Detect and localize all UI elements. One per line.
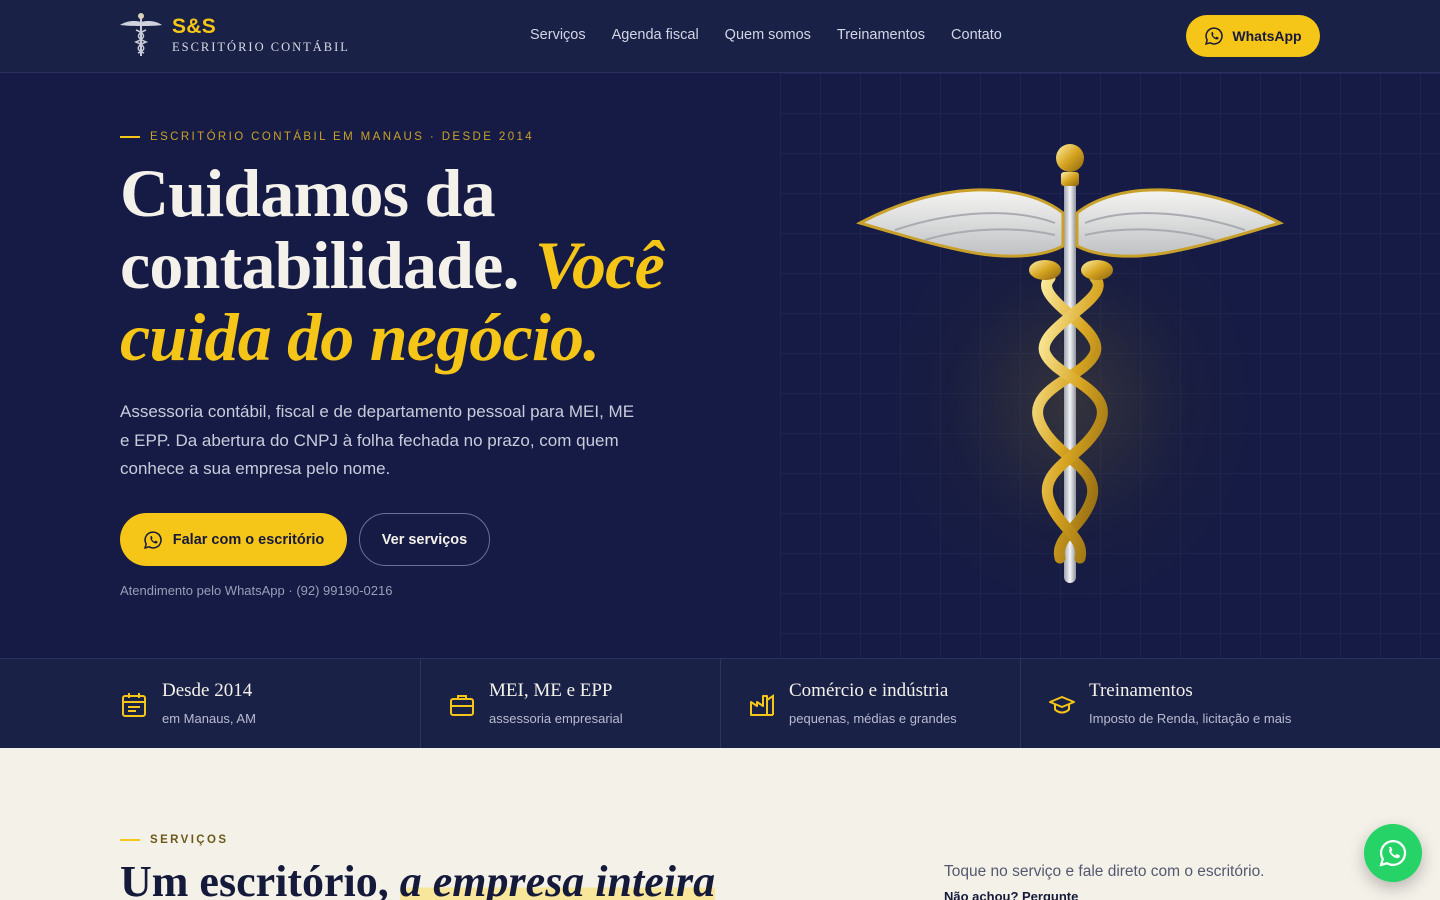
see-services-button[interactable]: Ver serviços xyxy=(359,513,490,566)
nav-link-quem-somos[interactable]: Quem somos xyxy=(725,27,811,43)
brand-subtitle: ESCRITÓRIO CONTÁBIL xyxy=(172,39,350,54)
stat-trainings: Treinamentos Imposto de Renda, licitação… xyxy=(1021,659,1440,749)
ask-link[interactable]: Não achou? Pergunte xyxy=(944,889,1078,900)
stat-subtitle: Imposto de Renda, licitação e mais xyxy=(1089,711,1292,726)
stats-bar: Desde 2014 em Manaus, AM MEI, ME e EPP a… xyxy=(0,658,1440,749)
hero-lead: Assessoria contábil, fiscal e de departa… xyxy=(120,402,635,478)
eyebrow-dash xyxy=(120,136,140,138)
stat-subtitle: pequenas, médias e grandes xyxy=(789,711,957,726)
stat-title: Comércio e indústria xyxy=(789,680,949,701)
stat-mei-me-epp: MEI, ME e EPP assessoria empresarial xyxy=(421,659,721,749)
stat-commerce-industry: Comércio e indústria pequenas, médias e … xyxy=(721,659,1021,749)
services-eyebrow: SERVIÇOS xyxy=(120,834,228,846)
caduceus-logo-icon xyxy=(120,13,162,56)
factory-icon xyxy=(750,694,774,716)
whatsapp-icon xyxy=(1205,27,1224,45)
stat-title: MEI, ME e EPP xyxy=(489,680,613,701)
main-menu: Serviços Agenda fiscal Quem somos Treina… xyxy=(530,27,1002,43)
brand-name: S&S xyxy=(172,14,217,38)
talk-to-office-label: Falar com o escritório xyxy=(172,531,325,548)
briefcase-icon xyxy=(450,695,474,716)
nav-link-treinamentos[interactable]: Treinamentos xyxy=(837,27,925,43)
whatsapp-icon xyxy=(1379,839,1407,867)
hero-headline-plain: Cuidamos da contabilidade. xyxy=(120,155,535,303)
nav-link-agenda-fiscal[interactable]: Agenda fiscal xyxy=(612,27,699,43)
hero-headline: Cuidamos da contabilidade. Você cuida do… xyxy=(120,157,740,373)
stat-title: Treinamentos xyxy=(1089,680,1193,701)
hero-section: ESCRITÓRIO CONTÁBIL EM MANAUS · DESDE 20… xyxy=(0,73,1440,658)
calendar-icon xyxy=(122,693,146,717)
stat-subtitle: assessoria empresarial xyxy=(489,711,623,726)
services-section: SERVIÇOS Um escritório, a empresa inteir… xyxy=(0,748,1440,900)
nav-link-servicos[interactable]: Serviços xyxy=(530,27,586,43)
hero-eyebrow: ESCRITÓRIO CONTÁBIL EM MANAUS · DESDE 20… xyxy=(120,131,534,143)
top-nav: S&S ESCRITÓRIO CONTÁBIL Serviços Agenda … xyxy=(0,0,1440,73)
stat-title: Desde 2014 xyxy=(162,680,253,701)
brand-logo[interactable]: S&S ESCRITÓRIO CONTÁBIL xyxy=(120,12,350,58)
floating-whatsapp-button[interactable] xyxy=(1364,824,1422,882)
caduceus-illustration xyxy=(856,144,1284,583)
services-title: Um escritório, a empresa inteira xyxy=(120,856,716,900)
services-note: Toque no serviço e fale direto com o esc… xyxy=(944,863,1265,880)
nav-link-contato[interactable]: Contato xyxy=(951,27,1002,43)
services-eyebrow-text: SERVIÇOS xyxy=(150,834,229,846)
whatsapp-button[interactable]: WhatsApp xyxy=(1186,15,1320,57)
stat-since-2014: Desde 2014 em Manaus, AM xyxy=(0,659,421,749)
talk-to-office-button[interactable]: Falar com o escritório xyxy=(120,513,347,566)
whatsapp-icon xyxy=(143,530,162,549)
hero-contact-note: Atendimento pelo WhatsApp · (92) 99190-0… xyxy=(120,583,393,598)
services-title-plain: Um escritório, xyxy=(120,857,400,900)
graduation-cap-icon xyxy=(1049,696,1075,714)
eyebrow-dash xyxy=(120,839,140,841)
hero-eyebrow-text: ESCRITÓRIO CONTÁBIL EM MANAUS · DESDE 20… xyxy=(150,131,535,143)
services-title-accent: a empresa inteira xyxy=(399,857,716,900)
whatsapp-button-label: WhatsApp xyxy=(1232,28,1302,44)
stat-subtitle: em Manaus, AM xyxy=(162,711,256,726)
